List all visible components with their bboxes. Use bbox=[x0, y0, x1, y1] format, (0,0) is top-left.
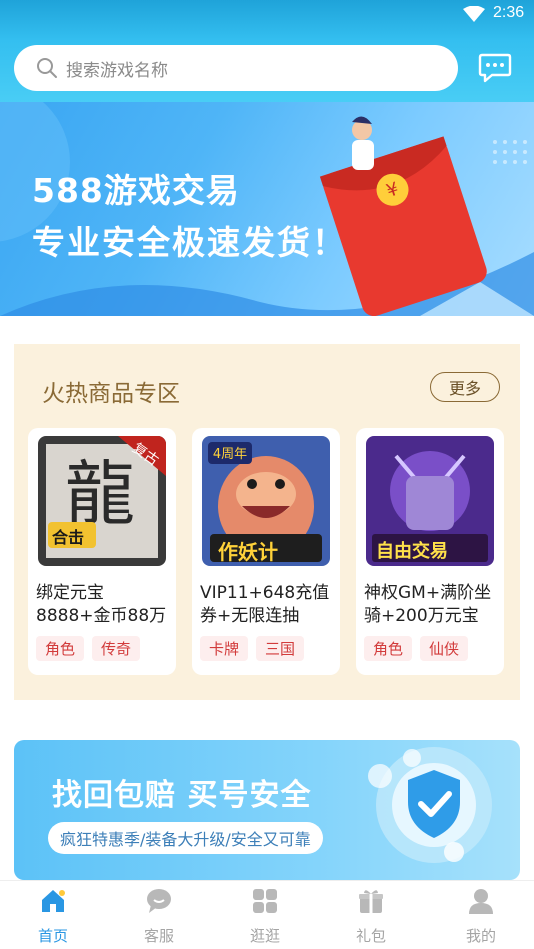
gift-icon bbox=[359, 890, 383, 913]
product-card[interactable]: 龍 复古 合击 绑定元宝8888+金币88万 角色 传奇 bbox=[28, 428, 176, 675]
chat-bubble-icon bbox=[147, 889, 171, 913]
product-tag: 卡牌 bbox=[200, 636, 249, 661]
section-title: 火热商品专区 bbox=[42, 381, 180, 407]
search-input[interactable]: 搜索游戏名称 bbox=[14, 45, 458, 91]
thumb-text: 作妖计 bbox=[218, 540, 278, 564]
nav-profile[interactable]: 我的 bbox=[428, 881, 534, 949]
promo-banner[interactable]: ¥ 588游戏交易 专业安全极速发货！ bbox=[0, 102, 534, 316]
product-tag: 角色 bbox=[36, 636, 85, 661]
message-icon[interactable] bbox=[478, 52, 512, 84]
nav-label: 礼包 bbox=[355, 927, 386, 945]
status-time: 2:36 bbox=[493, 4, 525, 21]
product-title: VIP11+648充值券+无限连抽 bbox=[200, 583, 330, 626]
svg-text:4周年: 4周年 bbox=[213, 447, 247, 462]
product-tag: 三国 bbox=[256, 636, 305, 661]
product-card[interactable]: 自由交易 神权GM+满阶坐骑+200万元宝 角色 仙侠 bbox=[356, 428, 504, 675]
bottom-nav: 首页 客服 逛逛 礼包 我的 bbox=[0, 880, 534, 949]
nav-label: 首页 bbox=[37, 927, 68, 945]
product-title: 神权GM+满阶坐骑+200万元宝 bbox=[364, 583, 492, 626]
banner-subtitle: 专业安全极速发货！ bbox=[32, 223, 347, 262]
wifi-icon bbox=[463, 6, 485, 22]
thumb-text: 合击 bbox=[52, 528, 85, 547]
guarantee-title: 找回包赔 买号安全 bbox=[52, 778, 312, 813]
guarantee-banner[interactable]: 找回包赔 买号安全 疯狂特惠季/装备大升级/安全又可靠 bbox=[14, 740, 520, 880]
nav-label: 我的 bbox=[465, 927, 496, 945]
product-tag: 传奇 bbox=[92, 636, 141, 661]
thumb-text: 自由交易 bbox=[376, 541, 448, 562]
nav-service[interactable]: 客服 bbox=[106, 881, 212, 949]
header: 2:36 搜索游戏名称 bbox=[0, 0, 534, 102]
nav-label: 逛逛 bbox=[249, 927, 280, 945]
home-icon bbox=[42, 890, 65, 912]
product-thumbnail: 自由交易 bbox=[366, 436, 494, 566]
nav-browse[interactable]: 逛逛 bbox=[212, 881, 318, 949]
user-icon bbox=[469, 889, 493, 914]
product-tag: 角色 bbox=[364, 636, 413, 661]
product-title: 绑定元宝8888+金币88万 bbox=[36, 583, 167, 626]
search-placeholder: 搜索游戏名称 bbox=[66, 60, 168, 81]
product-thumbnail: 龍 复古 合击 bbox=[38, 436, 166, 566]
status-bar: 2:36 bbox=[0, 0, 534, 30]
product-thumbnail: 4周年 作妖计 bbox=[202, 436, 330, 566]
guarantee-subtitle: 疯狂特惠季/装备大升级/安全又可靠 bbox=[48, 822, 323, 854]
more-button[interactable]: 更多 bbox=[430, 372, 500, 402]
grid-icon bbox=[253, 889, 277, 913]
banner-title: 588游戏交易 bbox=[32, 171, 240, 210]
product-tag: 仙侠 bbox=[420, 636, 469, 661]
hot-products-section: 火热商品专区 更多 龍 复古 合击 绑定元宝8888+金币88万 角色 传奇 4… bbox=[14, 344, 520, 700]
nav-gifts[interactable]: 礼包 bbox=[318, 881, 424, 949]
nav-home[interactable]: 首页 bbox=[0, 881, 106, 949]
product-card[interactable]: 4周年 作妖计 VIP11+648充值券+无限连抽 卡牌 三国 bbox=[192, 428, 340, 675]
search-icon bbox=[37, 58, 57, 78]
nav-label: 客服 bbox=[143, 927, 174, 945]
